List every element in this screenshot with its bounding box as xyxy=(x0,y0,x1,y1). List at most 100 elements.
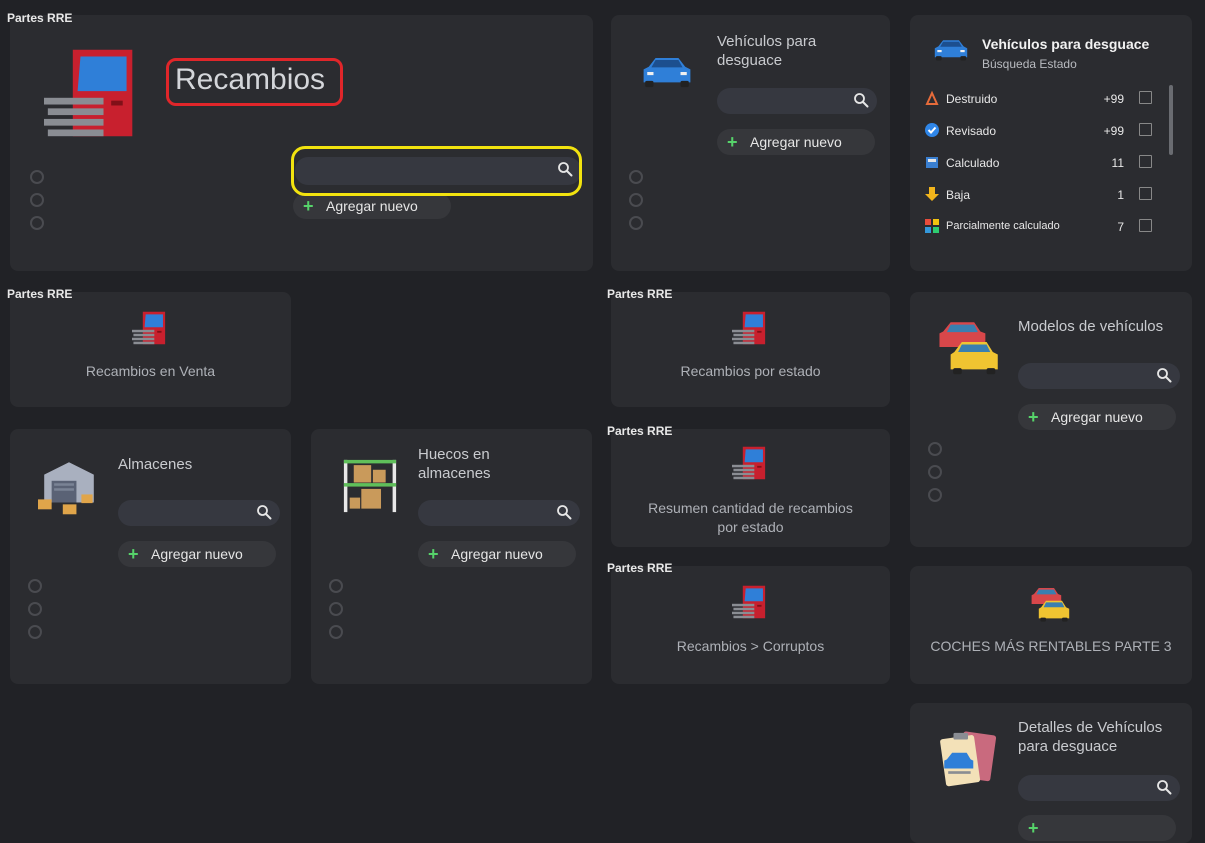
plus-icon: + xyxy=(128,544,139,564)
recambios-estado-title[interactable]: Recambios por estado xyxy=(611,362,890,381)
recambios-add-button[interactable]: + Agregar nuevo xyxy=(293,193,451,219)
history-icon[interactable] xyxy=(928,488,942,502)
highlight-search xyxy=(291,146,582,196)
recambios-estado-card[interactable]: Recambios por estado xyxy=(611,292,890,407)
plus-icon: + xyxy=(1028,818,1039,838)
history-icon[interactable] xyxy=(329,579,343,593)
vehiculos-desguace-title[interactable]: Vehículos para desguace xyxy=(717,32,816,70)
stat-revisado[interactable]: Revisado +99 xyxy=(924,116,1162,148)
recent-history-icons[interactable] xyxy=(28,579,46,648)
recambios-venta-card[interactable]: Recambios en Venta xyxy=(10,292,291,407)
almacenes-search-input[interactable] xyxy=(118,500,280,526)
stats-title[interactable]: Vehículos para desguace xyxy=(982,36,1149,52)
huecos-search-input[interactable] xyxy=(418,500,580,526)
recent-history-icons[interactable] xyxy=(629,170,647,239)
recent-history-icons[interactable] xyxy=(329,579,347,648)
history-icon[interactable] xyxy=(629,170,643,184)
history-icon[interactable] xyxy=(629,193,643,207)
open-external-icon[interactable] xyxy=(1139,91,1152,104)
shelves-icon xyxy=(341,455,399,517)
two-cars-icon xyxy=(936,316,1000,378)
almacenes-add-button[interactable]: + Agregar nuevo xyxy=(118,541,276,567)
plus-icon: + xyxy=(1028,407,1039,427)
huecos-title[interactable]: Huecos en almacenes xyxy=(418,445,491,483)
almacenes-title[interactable]: Almacenes xyxy=(118,455,192,474)
warehouse-icon xyxy=(38,455,100,519)
open-external-icon[interactable] xyxy=(1139,219,1152,232)
modelos-card: Modelos de vehículos + Agregar nuevo xyxy=(910,292,1192,547)
group-label: Partes RRE xyxy=(7,11,73,25)
group-label: Partes RRE xyxy=(607,561,673,575)
stat-parcialmente[interactable]: Parcialmente calculado 7 xyxy=(924,212,1162,244)
history-icon[interactable] xyxy=(30,193,44,207)
blue-car-icon xyxy=(641,53,693,91)
stat-baja[interactable]: Baja 1 xyxy=(924,180,1162,212)
recambios-venta-title[interactable]: Recambios en Venta xyxy=(10,362,291,381)
check-circle-icon xyxy=(925,123,939,137)
door-icon xyxy=(731,445,769,481)
history-icon[interactable] xyxy=(28,602,42,616)
search-icon[interactable] xyxy=(1156,779,1172,795)
vehiculos-desguace-card: Vehículos para desguace + Agregar nuevo xyxy=(611,15,890,271)
two-cars-icon xyxy=(1030,584,1070,624)
vehiculos-search-input[interactable] xyxy=(717,88,877,114)
stat-destruido[interactable]: Destruido +99 xyxy=(924,84,1162,116)
history-icon[interactable] xyxy=(28,625,42,639)
history-icon[interactable] xyxy=(329,625,343,639)
tools-icon xyxy=(925,90,939,105)
stat-calculado[interactable]: Calculado 11 xyxy=(924,148,1162,180)
rentables-title[interactable]: COCHES MÁS RENTABLES PARTE 3 xyxy=(910,637,1192,656)
recambios-icon xyxy=(42,45,142,141)
clipboard-car-icon xyxy=(934,725,1002,791)
search-icon[interactable] xyxy=(1156,367,1172,383)
estado-stats-card: Vehículos para desguace Búsqueda Estado … xyxy=(910,15,1192,271)
search-icon[interactable] xyxy=(256,504,272,520)
group-label: Partes RRE xyxy=(7,287,73,301)
search-icon[interactable] xyxy=(853,92,869,108)
group-label: Partes RRE xyxy=(607,287,673,301)
highlight-title xyxy=(166,58,343,106)
history-icon[interactable] xyxy=(30,170,44,184)
almacenes-card: Almacenes + Agregar nuevo xyxy=(10,429,291,684)
resumen-card[interactable]: Resumen cantidad de recambios por estado xyxy=(611,429,890,547)
resumen-title[interactable]: Resumen cantidad de recambios por estado xyxy=(611,499,890,537)
stats-subtitle: Búsqueda Estado xyxy=(982,57,1077,71)
history-icon[interactable] xyxy=(629,216,643,230)
door-icon xyxy=(731,310,769,346)
detalles-add-button[interactable]: + xyxy=(1018,815,1176,841)
open-external-icon[interactable] xyxy=(1139,187,1152,200)
calculator-icon xyxy=(926,157,938,168)
huecos-add-button[interactable]: + Agregar nuevo xyxy=(418,541,576,567)
plus-icon: + xyxy=(428,544,439,564)
corruptos-title[interactable]: Recambios > Corruptos xyxy=(611,637,890,656)
open-external-icon[interactable] xyxy=(1139,123,1152,136)
plus-icon: + xyxy=(303,196,314,216)
door-icon xyxy=(131,310,169,346)
group-label: Partes RRE xyxy=(607,424,673,438)
blue-car-icon xyxy=(933,37,969,63)
rentables-card[interactable]: COCHES MÁS RENTABLES PARTE 3 xyxy=(910,566,1192,684)
recambios-card: Recambios + Agregar nuevo xyxy=(10,15,593,271)
history-icon[interactable] xyxy=(928,465,942,479)
search-icon[interactable] xyxy=(556,504,572,520)
modelos-search-input[interactable] xyxy=(1018,363,1180,389)
door-icon xyxy=(731,584,769,620)
history-icon[interactable] xyxy=(329,602,343,616)
history-icon[interactable] xyxy=(30,216,44,230)
detalles-search-input[interactable] xyxy=(1018,775,1180,801)
open-external-icon[interactable] xyxy=(1139,155,1152,168)
detalles-title[interactable]: Detalles de Vehículos para desguace xyxy=(1018,718,1162,756)
recent-history-icons[interactable] xyxy=(30,170,48,239)
modelos-title[interactable]: Modelos de vehículos xyxy=(1018,317,1163,336)
recent-history-icons[interactable] xyxy=(928,442,946,511)
history-icon[interactable] xyxy=(928,442,942,456)
huecos-card: Huecos en almacenes + Agregar nuevo xyxy=(311,429,592,684)
corruptos-card[interactable]: Recambios > Corruptos xyxy=(611,566,890,684)
arrow-down-icon xyxy=(925,187,939,201)
modelos-add-button[interactable]: + Agregar nuevo xyxy=(1018,404,1176,430)
vehiculos-add-button[interactable]: + Agregar nuevo xyxy=(717,129,875,155)
stats-scrollbar[interactable] xyxy=(1169,85,1173,155)
detalles-card: Detalles de Vehículos para desguace + xyxy=(910,703,1192,843)
history-icon[interactable] xyxy=(28,579,42,593)
plus-icon: + xyxy=(727,132,738,152)
